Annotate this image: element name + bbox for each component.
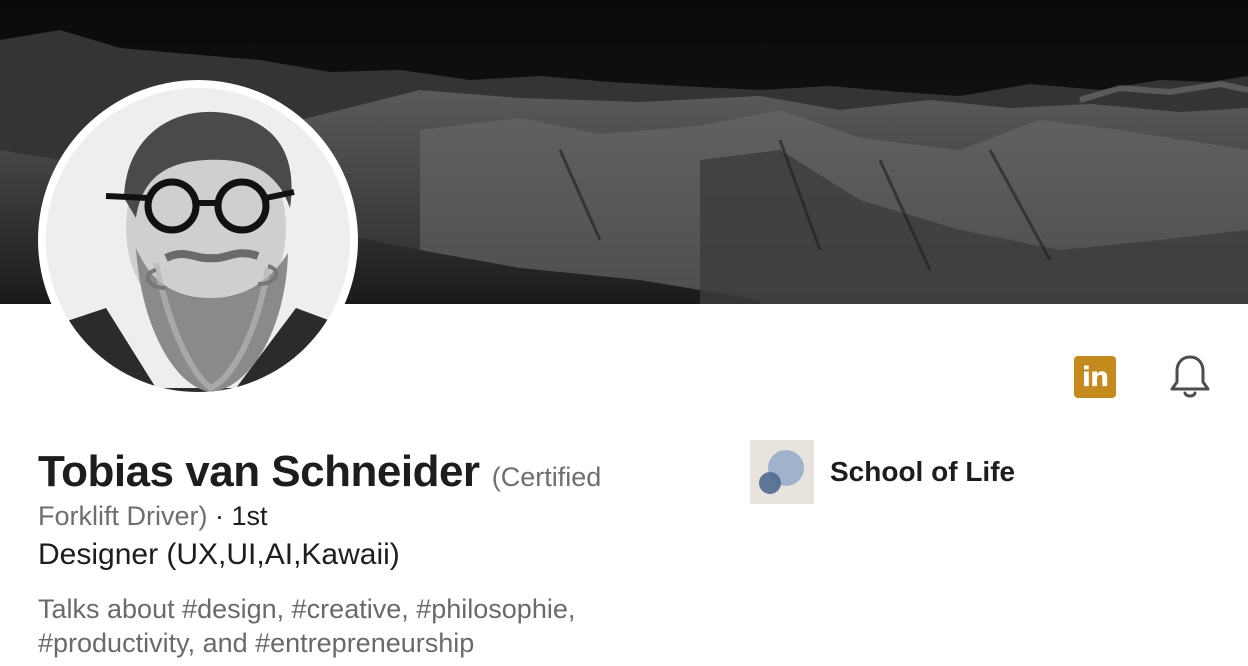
profile-name-block: Tobias van Schneider (Certified Forklift… [38,443,678,533]
linkedin-icon[interactable]: in [1074,356,1116,398]
linkedin-icon-text: in [1081,361,1110,393]
talks-about-line2: #productivity, and #entrepreneurship [38,628,475,658]
talks-about: Talks about #design, #creative, #philoso… [38,592,658,660]
name-pronoun-part2: Forklift Driver) [38,501,208,531]
school-logo [750,440,814,504]
bell-icon[interactable] [1166,352,1214,400]
school-link[interactable]: School of Life [750,440,1015,504]
avatar[interactable] [46,88,350,392]
talks-about-line1: Talks about #design, #creative, #philoso… [38,594,576,624]
profile-name: Tobias van Schneider [38,447,480,496]
connection-degree: · 1st [207,501,268,531]
profile-headline: Designer (UX,UI,AI,Kawaii) [38,538,400,571]
name-pronoun-part1: (Certified [491,462,602,492]
school-name: School of Life [830,456,1016,487]
